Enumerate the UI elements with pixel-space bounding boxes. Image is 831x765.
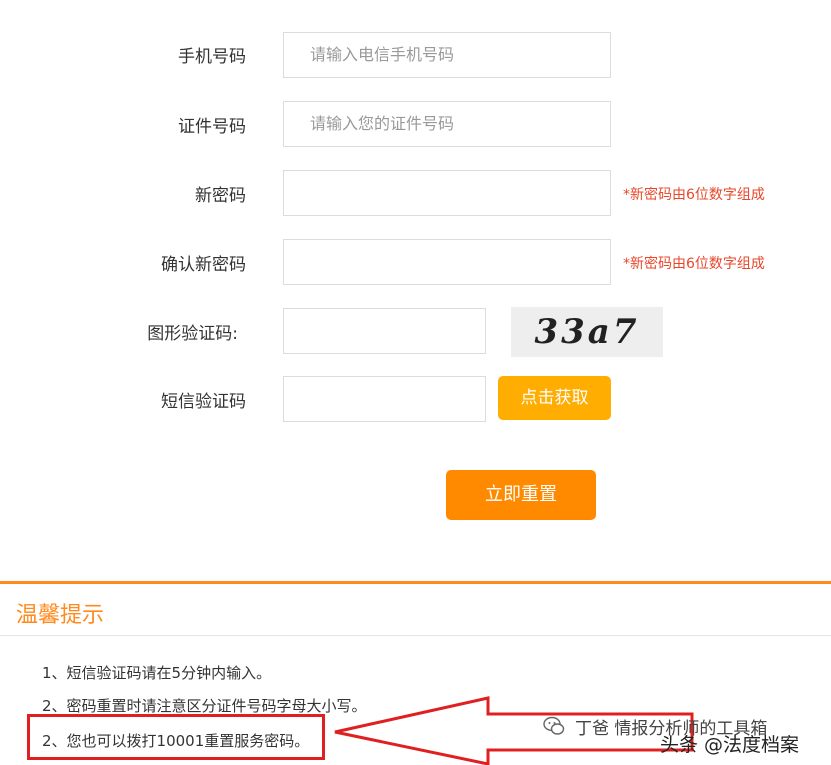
- section-divider: [0, 581, 831, 584]
- new-password-input[interactable]: [283, 170, 611, 216]
- new-password-hint: *新密码由6位数字组成: [623, 187, 765, 203]
- captcha-image[interactable]: 33a7: [511, 307, 663, 357]
- get-sms-code-button[interactable]: 点击获取: [498, 376, 611, 420]
- phone-label: 手机号码: [178, 47, 246, 67]
- tip-item: 2、密码重置时请注意区分证件号码字母大小写。: [42, 697, 367, 715]
- confirm-password-hint: *新密码由6位数字组成: [623, 256, 765, 272]
- id-number-label: 证件号码: [178, 117, 246, 137]
- tip-item: 1、短信验证码请在5分钟内输入。: [42, 664, 272, 682]
- sms-code-input[interactable]: [283, 376, 486, 422]
- wechat-icon: [543, 715, 565, 737]
- reset-button[interactable]: 立即重置: [446, 470, 596, 520]
- captcha-label: 图形验证码:: [147, 324, 238, 344]
- phone-input[interactable]: 请输入电信手机号码: [283, 32, 611, 78]
- confirm-password-label: 确认新密码: [161, 255, 246, 275]
- tips-divider: [0, 635, 831, 636]
- captcha-input[interactable]: [283, 308, 486, 354]
- tips-title: 温馨提示: [16, 603, 105, 628]
- sms-code-label: 短信验证码: [161, 392, 246, 412]
- id-number-input[interactable]: 请输入您的证件号码: [283, 101, 611, 147]
- annotation-highlight-box: [27, 714, 325, 760]
- confirm-password-input[interactable]: [283, 239, 611, 285]
- watermark-account: 头条 @法度档案: [660, 734, 800, 756]
- new-password-label: 新密码: [195, 186, 246, 206]
